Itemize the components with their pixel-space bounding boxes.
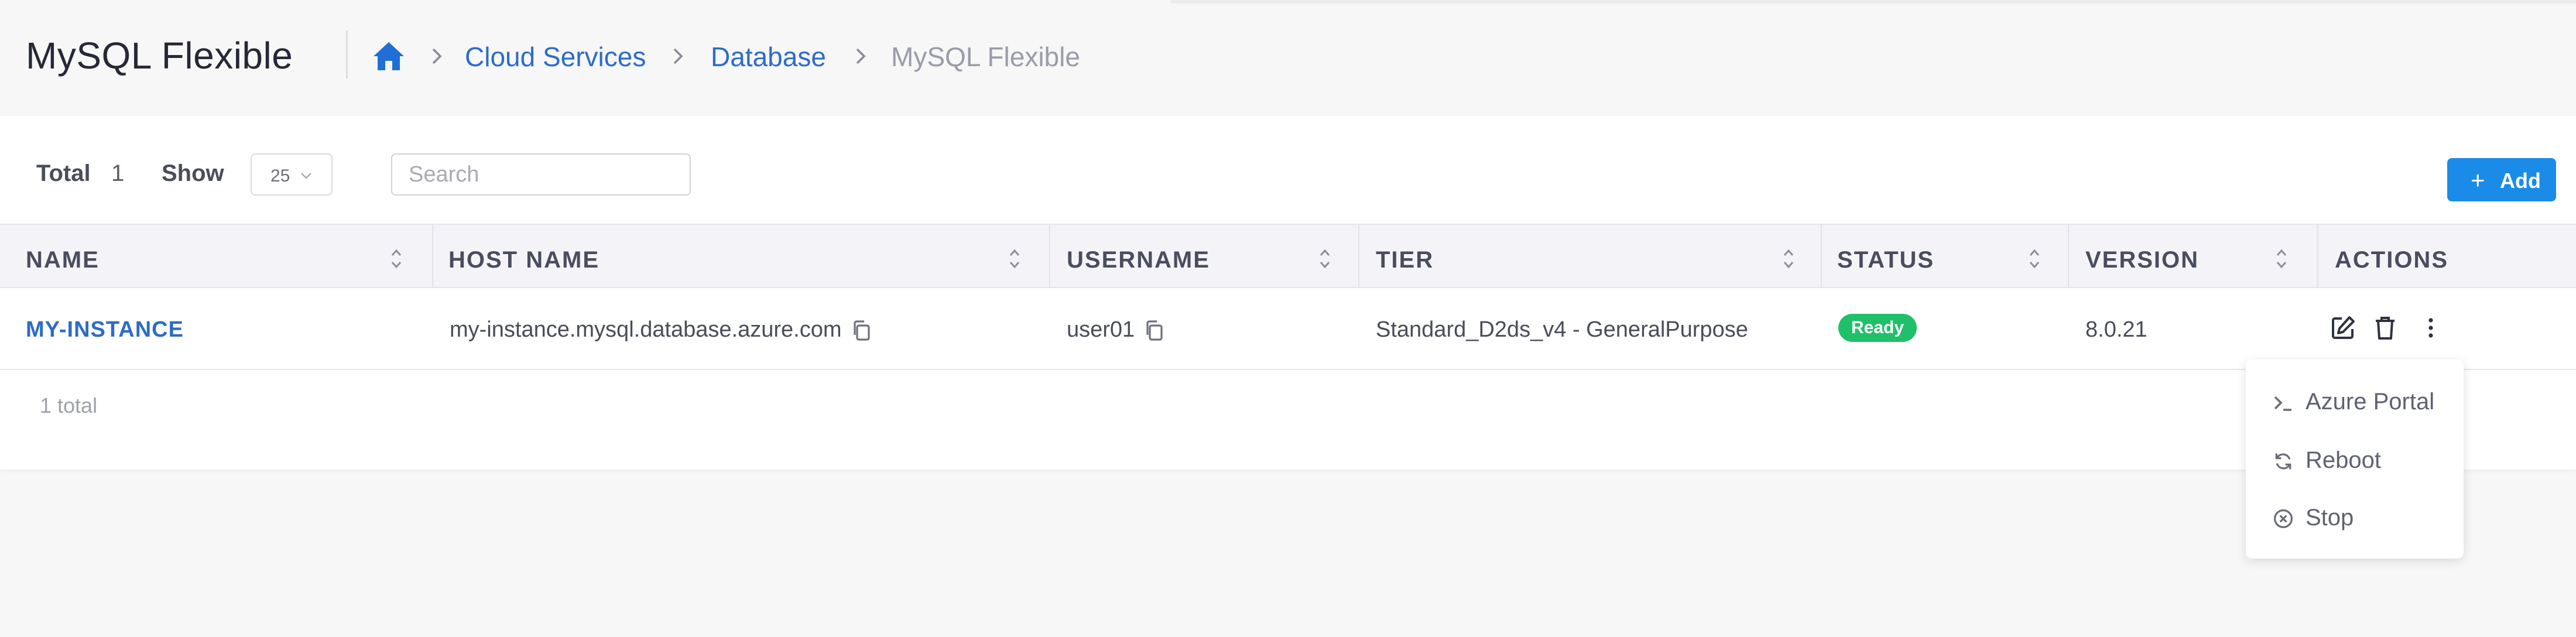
refresh-icon	[2275, 453, 2291, 470]
total-label: Total	[36, 160, 91, 186]
table-row: MY-INSTANCE my-instance.mysql.database.a…	[0, 288, 2576, 370]
menu-item-label: Reboot	[2306, 447, 2381, 473]
title-divider	[346, 30, 348, 78]
sort-icon[interactable]	[390, 246, 403, 272]
terminal-icon	[2274, 396, 2291, 411]
stop-circle-icon	[2273, 509, 2293, 529]
breadcrumb-current: MySQL Flexible	[891, 42, 1080, 72]
chevron-right-icon	[432, 48, 442, 64]
chevron-right-icon	[673, 48, 683, 64]
host-name-value: my-instance.mysql.database.azure.com	[450, 317, 842, 342]
username-cell: user01	[1067, 317, 1164, 343]
column-header-tier[interactable]: TIER	[1359, 225, 1821, 287]
table-header: NAME HOST NAME USERNAME TIER STATUS VERS…	[0, 224, 2576, 288]
menu-item-azure-portal[interactable]: Azure Portal	[2273, 384, 2460, 419]
status-badge: Ready	[1838, 314, 1917, 342]
more-vertical-icon[interactable]	[2417, 314, 2445, 342]
search-input[interactable]	[391, 153, 691, 196]
chevron-down-icon	[301, 173, 311, 179]
sort-icon[interactable]	[1318, 246, 1331, 272]
version-value: 8.0.21	[2085, 317, 2147, 342]
page-title: MySQL Flexible	[26, 35, 293, 77]
add-button-label: Add	[2500, 169, 2541, 193]
column-header-actions: ACTIONS	[2335, 247, 2448, 273]
plus-icon: +	[2471, 166, 2485, 194]
show-label: Show	[162, 160, 224, 186]
column-header-status[interactable]: STATUS	[1822, 225, 2068, 287]
home-icon[interactable]	[372, 41, 405, 71]
copy-icon[interactable]	[1144, 320, 1164, 342]
menu-item-reboot[interactable]: Reboot	[2273, 443, 2460, 478]
menu-item-stop[interactable]: Stop	[2273, 500, 2460, 535]
column-header-username[interactable]: USERNAME	[1050, 225, 1358, 287]
instance-name-link[interactable]: MY-INSTANCE	[26, 317, 184, 343]
actions-dropdown-menu: Azure Portal Reboot Stop	[2246, 359, 2464, 559]
menu-item-label: Azure Portal	[2306, 389, 2435, 415]
page-header: MySQL Flexible Cloud Services Database M…	[0, 0, 2576, 115]
footer-total: 1 total	[40, 393, 98, 417]
total-count: 1	[111, 160, 125, 186]
sort-icon[interactable]	[1008, 246, 1021, 272]
username-value: user01	[1067, 317, 1135, 342]
column-header-host-name[interactable]: HOST NAME	[433, 225, 1049, 287]
column-header-version[interactable]: VERSION	[2069, 225, 2317, 287]
column-header-name[interactable]: NAME	[0, 225, 432, 287]
add-button[interactable]: + Add	[2447, 158, 2556, 201]
sort-icon[interactable]	[2028, 246, 2041, 272]
edit-icon[interactable]	[2329, 314, 2357, 342]
sort-icon[interactable]	[1782, 246, 1795, 272]
instances-card: Total 1 Show 25 + Add NAME HOST NAME USE…	[0, 116, 2576, 470]
page-size-select[interactable]: 25	[251, 153, 333, 196]
sort-icon[interactable]	[2275, 246, 2288, 272]
page-size-value: 25	[270, 166, 290, 186]
breadcrumb-cloud-services[interactable]: Cloud Services	[465, 41, 646, 73]
copy-icon[interactable]	[851, 320, 871, 342]
host-name-cell: my-instance.mysql.database.azure.com	[450, 317, 871, 343]
chevron-right-icon	[856, 48, 866, 64]
breadcrumb-database[interactable]: Database	[711, 41, 826, 73]
menu-item-label: Stop	[2306, 505, 2354, 530]
tier-value: Standard_D2ds_v4 - GeneralPurpose	[1376, 317, 1748, 342]
delete-icon[interactable]	[2371, 314, 2399, 342]
